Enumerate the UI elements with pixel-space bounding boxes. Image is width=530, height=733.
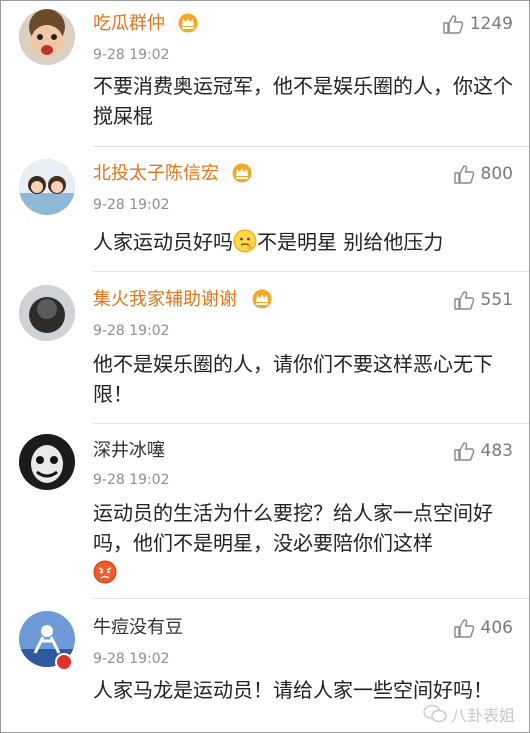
comment-time: 9-28 19:02: [93, 651, 170, 667]
comment-time: 9-28 19:02: [93, 472, 170, 488]
comment-text: 人家运动员好吗 不是明星 别给他压力: [93, 227, 513, 257]
angry-emoji-icon: [93, 560, 117, 584]
thumbs-up-icon: [453, 619, 474, 638]
like-count: 800: [480, 164, 513, 184]
divider: [93, 146, 529, 147]
comment-text-part: 人家运动员好吗: [93, 230, 233, 254]
username[interactable]: 北投太子陈信宏: [93, 163, 219, 185]
like-count: 406: [480, 618, 513, 638]
like-count: 1249: [469, 14, 513, 34]
like-button[interactable]: 406: [453, 617, 513, 639]
thumbs-up-icon: [453, 291, 474, 310]
like-button[interactable]: 483: [453, 440, 513, 462]
username[interactable]: 集火我家辅助谢谢: [93, 289, 237, 311]
avatar[interactable]: [19, 285, 75, 341]
comment-text: 人家马龙是运动员！请给人家一些空间好吗！: [93, 678, 493, 702]
thinking-emoji-icon: [233, 229, 257, 253]
comment-time: 9-28 19:02: [93, 47, 170, 63]
like-button[interactable]: 1249: [442, 13, 513, 35]
comment-text: 不要消费奥运冠军，他不是娱乐圈的人，你这个搅屎棍: [93, 74, 513, 128]
watermark-text: 八卦表姐: [450, 706, 515, 725]
thumbs-up-icon: [443, 15, 464, 34]
like-count: 483: [480, 441, 513, 461]
comment-text-part: 不是明星 别给他压力: [257, 230, 444, 254]
avatar[interactable]: [19, 9, 75, 65]
like-button[interactable]: 800: [453, 163, 513, 185]
vip-crown-icon: [252, 289, 272, 309]
comment-list: 吃瓜群仲 9-28 19:02 1249 不要消费奥运冠军，他不是娱乐圈的人，你…: [0, 0, 530, 733]
verified-badge-icon: [55, 653, 73, 671]
watermark: 八卦表姐: [423, 702, 515, 726]
like-button[interactable]: 551: [453, 289, 513, 311]
comment-text: 运动员的生活为什么要挖？给人家一点空间好吗，他们不是明星，没必要陪你们这样: [93, 501, 493, 555]
wechat-icon: [423, 704, 447, 723]
comment-time: 9-28 19:02: [93, 197, 170, 213]
username[interactable]: 深井冰噻: [93, 440, 165, 462]
avatar[interactable]: [19, 434, 75, 490]
like-count: 551: [480, 290, 513, 310]
divider: [93, 423, 529, 424]
comment-text: 他不是娱乐圈的人，请你们不要这样恶心无下限！: [93, 352, 493, 406]
username[interactable]: 吃瓜群仲: [93, 13, 165, 35]
username[interactable]: 牛痘没有豆: [93, 617, 183, 639]
vip-crown-icon: [178, 13, 198, 33]
thumbs-up-icon: [453, 165, 474, 184]
divider: [93, 598, 529, 599]
thumbs-up-icon: [453, 442, 474, 461]
avatar[interactable]: [19, 159, 75, 215]
comment-time: 9-28 19:02: [93, 323, 170, 339]
divider: [93, 271, 529, 272]
vip-crown-icon: [232, 163, 252, 183]
